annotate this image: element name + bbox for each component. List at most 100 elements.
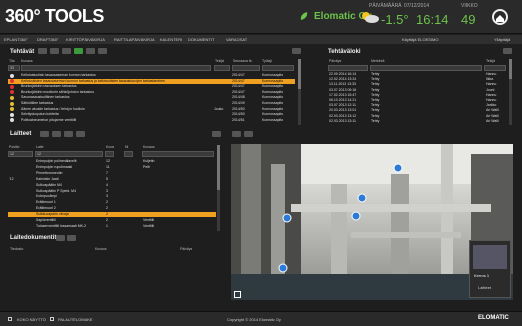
device-row[interactable]: Sapidventtiili 2 Venttiili bbox=[8, 218, 216, 223]
viewer-fullscreen-icon[interactable] bbox=[234, 291, 241, 298]
task-lock-button[interactable] bbox=[86, 48, 95, 54]
panorama-viewer[interactable]: Kerros 1 Laitteet bbox=[231, 144, 513, 300]
viewer-camera-button[interactable] bbox=[232, 131, 241, 137]
nav-kirittopaivakirja[interactable]: KIRITTÖPÄIVÄKIRJA bbox=[66, 37, 105, 42]
devices-collapse-button[interactable] bbox=[212, 131, 221, 137]
nav-varaosat[interactable]: VARAOSAT bbox=[226, 37, 247, 42]
device-row[interactable]: Sulkkuvapahn viivaja 2 bbox=[8, 212, 216, 218]
tasks-filter-status[interactable]: 33 bbox=[8, 65, 20, 71]
device-kuva: 2 bbox=[106, 206, 108, 211]
device-edit-button[interactable] bbox=[52, 131, 61, 137]
device-name: Sulkuspäätin M4 bbox=[36, 182, 62, 187]
task-list-button[interactable] bbox=[38, 48, 47, 54]
tasks-filter-desc[interactable] bbox=[21, 65, 211, 71]
devices-filter-ni[interactable] bbox=[124, 151, 133, 157]
device-row[interactable]: Erättimuuri 1 2 bbox=[8, 200, 216, 205]
task-row[interactable]: Kellotuulisten tasausaseman kunnon tarka… bbox=[8, 78, 295, 84]
task-type: Kunnossapito bbox=[262, 117, 284, 122]
devices-filter-name[interactable]: 12 bbox=[35, 151, 103, 157]
devices-filter-kuva[interactable] bbox=[105, 151, 114, 157]
doc-add-button[interactable] bbox=[56, 235, 65, 241]
task-desc: Brunkojärkirin rasvauksen tarkastus bbox=[21, 84, 77, 89]
devices-scrollbar[interactable] bbox=[217, 145, 220, 231]
log-date: 03.07.2013 09:16 bbox=[329, 87, 357, 92]
tasks-scrollbar[interactable] bbox=[298, 59, 301, 125]
device-row[interactable]: Kolmpuolimpi 3 bbox=[8, 194, 216, 199]
task-type: Kunnossapito bbox=[262, 101, 284, 105]
log-date: 03.07.2013 12:11 bbox=[329, 103, 356, 108]
feedback-button[interactable]: PALAUTELOMAKE bbox=[58, 317, 93, 322]
task-status-icon bbox=[10, 112, 14, 117]
device-add-button[interactable] bbox=[64, 131, 73, 137]
task-edit-button[interactable] bbox=[50, 48, 59, 54]
task-row[interactable]: Selvityskoputun kohteita 2014/50 Kunnossap… bbox=[8, 112, 295, 117]
task-row[interactable]: Kellotustuulisin tasausaseman kunnon tar… bbox=[8, 73, 295, 78]
leaf-logo-icon bbox=[299, 8, 309, 20]
log-filter-date[interactable] bbox=[328, 65, 368, 71]
task-filter-button[interactable] bbox=[98, 48, 107, 54]
task-row[interactable]: Brunkojärkirin moottorin sähköjohdon tar… bbox=[8, 90, 295, 95]
device-list-button[interactable] bbox=[40, 131, 49, 137]
log-expand-button[interactable] bbox=[503, 48, 512, 54]
device-row[interactable]: Enimpulpin rupulimaaki 11 Pelti bbox=[8, 165, 216, 170]
task-week: 2014/50 bbox=[232, 112, 245, 117]
tasks-expand-button[interactable] bbox=[292, 48, 301, 54]
log-filter-text[interactable] bbox=[370, 65, 482, 71]
tasks-table-body: Kellotustuulisin tasausaseman kunnon tar… bbox=[8, 73, 295, 125]
device-kuva: 2 bbox=[106, 200, 108, 205]
devices-filter-pos[interactable]: 12 bbox=[8, 151, 33, 157]
devices-col-ni: Ni bbox=[125, 145, 129, 149]
device-name: Erättimuuri 1 bbox=[36, 200, 56, 205]
device-kuva: 3 bbox=[106, 188, 108, 193]
log-who: Hannu bbox=[486, 98, 497, 102]
minimap-devices-button[interactable]: Laitteet bbox=[478, 285, 491, 290]
device-pos: '12 bbox=[9, 176, 14, 181]
devices-col-kuva: Kuva bbox=[106, 145, 114, 149]
nav-dokumentit[interactable]: DOKUMENTIT bbox=[188, 37, 214, 42]
task-done-button[interactable] bbox=[74, 48, 83, 54]
nav-draft[interactable]: DRAFT360° bbox=[37, 37, 59, 42]
device-row[interactable]: Enimpulpin pulimmälavelit 12 Kuljetin bbox=[8, 159, 216, 164]
device-kuva: 2 bbox=[106, 212, 108, 217]
task-status-icon bbox=[10, 95, 14, 100]
admin-link[interactable]: Ylläpitäjä bbox=[494, 37, 510, 42]
tasks-filter-who[interactable] bbox=[214, 65, 230, 71]
task-row[interactable]: Äänen akustin tarkastus / tehdyn huolloi… bbox=[8, 107, 295, 112]
log-who: Ari Walli bbox=[486, 108, 499, 113]
device-row[interactable]: Sulkuspäätin P Speld. M4 3 bbox=[8, 189, 216, 194]
task-type: Kunnossapito bbox=[262, 89, 284, 94]
tasks-col-kuvaus: Kuvaus bbox=[21, 59, 33, 63]
fullscreen-button[interactable]: KOKO NÄYTTÖ bbox=[17, 317, 46, 322]
home-button[interactable] bbox=[492, 9, 508, 25]
tasks-filter-week[interactable] bbox=[232, 65, 260, 71]
task-row[interactable]: Savunasaustuulitinen tarkastus 2014/48 Kun… bbox=[8, 95, 295, 100]
minimap-plan[interactable] bbox=[473, 245, 507, 269]
doc-edit-button[interactable] bbox=[67, 235, 76, 241]
task-row[interactable]: Sähkötilien tarkastus 2014/49 Kunnossapito bbox=[8, 101, 295, 106]
tasks-filter-type[interactable] bbox=[262, 65, 294, 71]
week-label: VIIKKO bbox=[461, 3, 478, 9]
clock-time: 16:14 bbox=[416, 12, 449, 27]
task-row[interactable]: Brunkojärkirin rasvauksen tarkastus 2014/… bbox=[8, 84, 295, 89]
log-filter-who[interactable] bbox=[484, 65, 506, 71]
device-row[interactable]: Tulosenventtiili lossamaati MK-2 1 Venttii… bbox=[8, 224, 216, 229]
app-logo: 360° TOOLS bbox=[5, 6, 104, 26]
log-date: 02.03.2013 13:11 bbox=[329, 118, 356, 123]
task-add-button[interactable] bbox=[62, 48, 71, 54]
device-row[interactable]: '12 Kalmistin Jaati 5 bbox=[8, 177, 216, 182]
floor-minimap[interactable]: Kerros 1 Laitteet bbox=[469, 240, 511, 298]
device-row[interactable]: Sulkuspäätin M4 4 bbox=[8, 183, 216, 188]
nav-raittilapaivakirja[interactable]: RAITTILAPÄIVÄKIRJA bbox=[114, 37, 155, 42]
viewer-screen-button[interactable] bbox=[244, 131, 253, 137]
device-row[interactable]: Pinnettorumeutin 7 bbox=[8, 171, 216, 176]
tasks-col-tyolaji: Työlaji bbox=[262, 59, 272, 63]
nav-eplant[interactable]: EPLANT360° bbox=[4, 37, 28, 42]
task-status-icon bbox=[10, 118, 14, 123]
device-delete-button[interactable] bbox=[76, 131, 85, 137]
nav-kalenteri[interactable]: KALENTERI bbox=[160, 37, 182, 42]
device-row[interactable]: Erättimuuri 2 2 bbox=[8, 206, 216, 211]
log-scrollbar[interactable] bbox=[509, 59, 512, 125]
task-row[interactable]: Polttoaineumeton pitojarme venttiilit 201… bbox=[8, 118, 295, 123]
log-row[interactable]: 02.03.2013 13:11 Tehty Ari Walli bbox=[328, 119, 508, 124]
devices-filter-desc[interactable] bbox=[142, 151, 214, 157]
